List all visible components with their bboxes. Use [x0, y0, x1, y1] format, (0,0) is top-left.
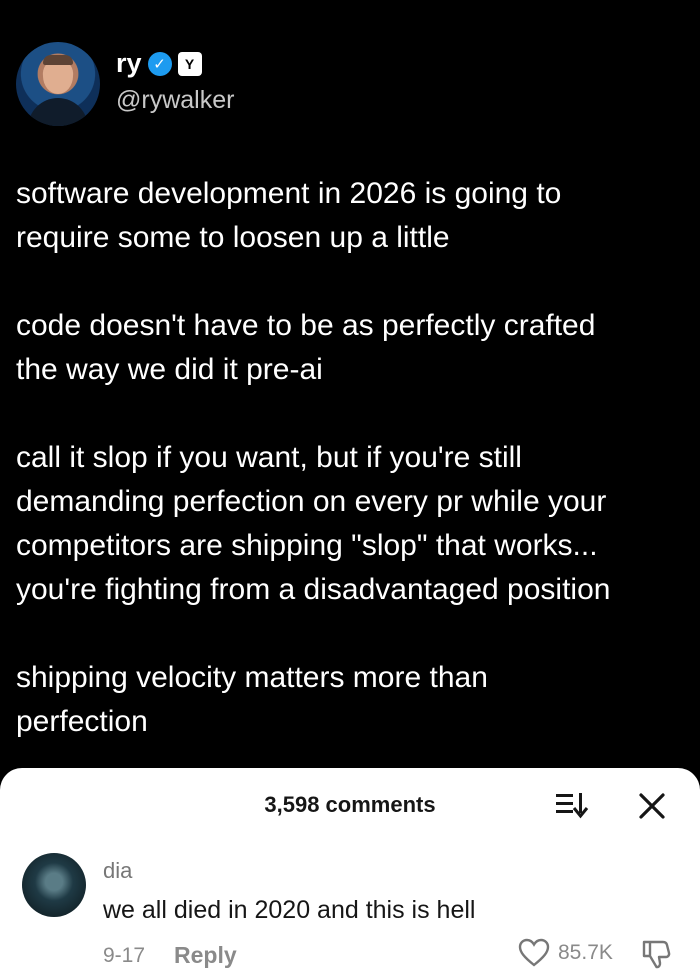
- reply-button[interactable]: Reply: [174, 942, 237, 969]
- brand-badge-icon: Y: [177, 51, 202, 76]
- tweet-paragraph: code doesn't have to be as perfectly cra…: [16, 309, 596, 386]
- close-icon[interactable]: [636, 790, 668, 822]
- tweet-card: ry ✓ Y @rywalker software development in…: [0, 0, 700, 790]
- like-button[interactable]: 85.7K: [518, 938, 613, 968]
- author-handle[interactable]: @rywalker: [116, 86, 234, 115]
- author-name[interactable]: ry: [116, 48, 142, 79]
- sort-icon[interactable]: [555, 790, 589, 820]
- comments-sheet: 3,598 comments dia we all died in 2020 a…: [0, 768, 700, 978]
- like-count: 85.7K: [558, 941, 613, 964]
- tweet-paragraph: shipping velocity matters more than perf…: [16, 661, 488, 738]
- tweet-paragraph: software development in 2026 is going to…: [16, 177, 562, 254]
- tweet-body: software development in 2026 is going to…: [16, 172, 686, 788]
- commenter-avatar[interactable]: [22, 853, 86, 917]
- comment-date: 9-17: [103, 944, 146, 967]
- verified-checkmark-icon: ✓: [147, 51, 172, 76]
- comment-text: we all died in 2020 and this is hell: [103, 896, 476, 924]
- author-name-row: ry ✓ Y: [116, 48, 202, 79]
- comment-author[interactable]: dia: [103, 858, 132, 884]
- comments-count: 3,598 comments: [264, 792, 436, 817]
- tweet-paragraph: call it slop if you want, but if you're …: [16, 441, 611, 606]
- author-avatar[interactable]: [16, 42, 100, 126]
- dislike-icon[interactable]: [640, 938, 672, 970]
- heart-icon: [518, 938, 550, 967]
